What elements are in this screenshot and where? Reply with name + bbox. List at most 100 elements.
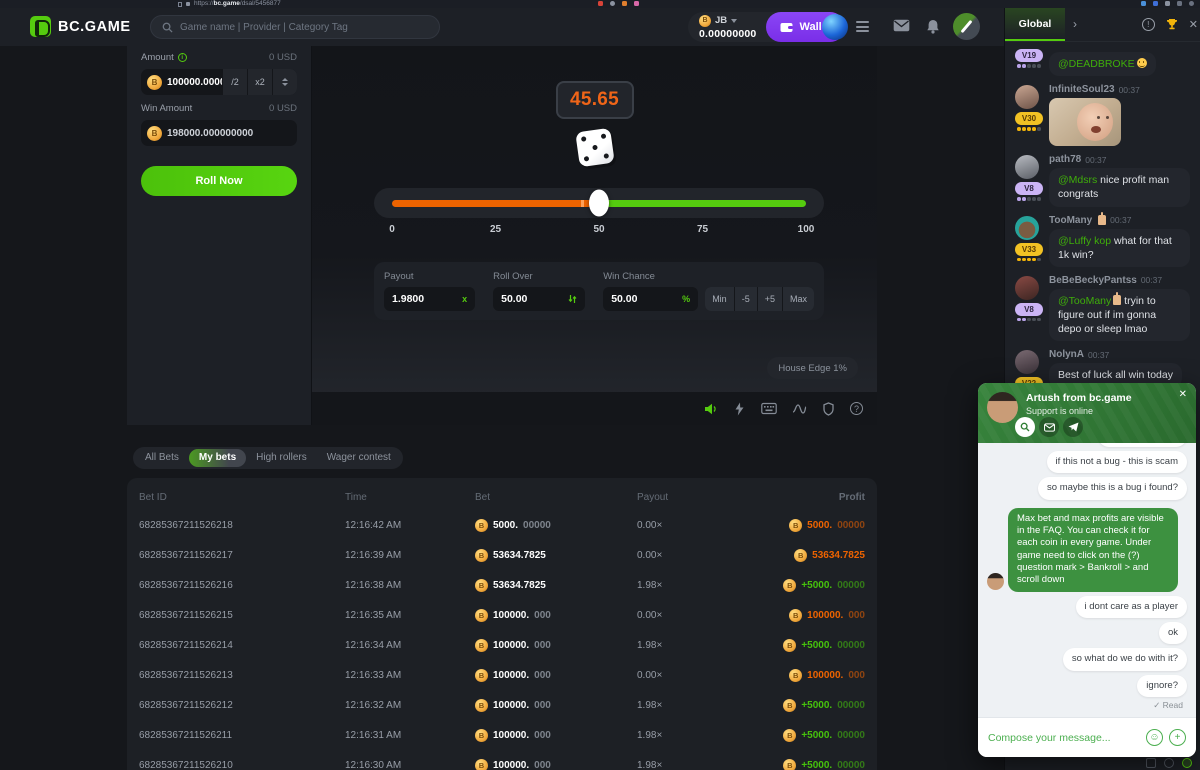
shield-icon[interactable] bbox=[622, 1, 627, 6]
username[interactable]: path7800:37 bbox=[1049, 154, 1190, 165]
user-avatar[interactable] bbox=[1015, 276, 1039, 300]
username-text: BeBeBeckyPantss bbox=[1049, 275, 1137, 286]
browser-toolbar-icons[interactable] bbox=[1141, 1, 1194, 6]
support-telegram-icon[interactable] bbox=[1063, 417, 1083, 437]
roll-over-input[interactable]: 50.00 bbox=[493, 287, 585, 311]
user-avatar[interactable] bbox=[1015, 85, 1039, 109]
table-row[interactable]: 6828536721152621712:16:39 AMB53634.78250… bbox=[127, 540, 877, 570]
username[interactable]: BeBeBeckyPantss00:37 bbox=[1049, 275, 1190, 286]
chat-rules-icon[interactable]: ! bbox=[1142, 18, 1155, 31]
trends-icon[interactable] bbox=[792, 402, 807, 415]
chance-button-max[interactable]: Max bbox=[783, 287, 814, 311]
table-row[interactable]: 6828536721152621112:16:31 AMB100000.0001… bbox=[127, 720, 877, 750]
sound-icon[interactable] bbox=[703, 402, 718, 416]
chance-button-min[interactable]: Min bbox=[705, 287, 734, 311]
chat-close-icon[interactable]: ✕ bbox=[1189, 18, 1198, 31]
bet-id-cell: 68285367211526216 bbox=[139, 580, 345, 591]
table-row[interactable]: 6828536721152621212:16:32 AMB100000.0001… bbox=[127, 690, 877, 720]
payout-input[interactable]: 1.9800 x bbox=[384, 287, 475, 311]
user-avatar[interactable] bbox=[1015, 216, 1039, 240]
support-search-icon[interactable] bbox=[1015, 417, 1035, 437]
table-row[interactable]: 6828536721152621012:16:30 AMB100000.0001… bbox=[127, 750, 877, 770]
support-emoji-icon[interactable]: ☺ bbox=[1146, 729, 1163, 746]
chevron-right-icon[interactable]: › bbox=[1073, 17, 1077, 31]
support-attach-icon[interactable]: + bbox=[1169, 729, 1186, 746]
swap-icon[interactable] bbox=[568, 294, 577, 304]
tab-high-rollers[interactable]: High rollers bbox=[246, 449, 317, 467]
sphere-avatar[interactable] bbox=[822, 14, 848, 40]
amount-info-icon[interactable]: i bbox=[178, 53, 187, 62]
emoji-icon[interactable] bbox=[1164, 758, 1174, 768]
support-compose-input[interactable]: Compose your message... bbox=[988, 732, 1140, 744]
chat-tab-global[interactable]: Global bbox=[1005, 8, 1065, 41]
chance-button-5[interactable]: +5 bbox=[758, 287, 782, 311]
browser-icon-3[interactable] bbox=[1165, 1, 1170, 6]
table-row[interactable]: 6828536721152621412:16:34 AMB100000.0001… bbox=[127, 630, 877, 660]
extension-icon-2[interactable] bbox=[634, 1, 639, 6]
table-row[interactable]: 6828536721152621612:16:38 AMB53634.78251… bbox=[127, 570, 877, 600]
history-icon[interactable] bbox=[610, 1, 615, 6]
time-cell: 12:16:31 AM bbox=[345, 730, 475, 741]
win-chance-input[interactable]: 50.00 % bbox=[603, 287, 698, 311]
list-menu-icon[interactable] bbox=[856, 21, 869, 32]
support-close-icon[interactable]: ✕ bbox=[1179, 389, 1187, 400]
send-icon[interactable] bbox=[1182, 758, 1192, 768]
jb-coin-icon: B bbox=[475, 699, 488, 712]
level-badge: V19 bbox=[1015, 49, 1043, 62]
bell-icon[interactable] bbox=[926, 19, 940, 34]
balance-display[interactable]: B JB 0.00000000 bbox=[699, 15, 756, 40]
half-bet-button[interactable]: /2 bbox=[222, 69, 247, 95]
bookmark-icon[interactable] bbox=[178, 2, 182, 7]
user-mention[interactable]: @Mdsrs bbox=[1058, 174, 1097, 186]
user-avatar[interactable] bbox=[1015, 350, 1039, 374]
support-email-icon[interactable] bbox=[1039, 417, 1059, 437]
search-input[interactable]: Game name | Provider | Category Tag bbox=[150, 15, 440, 39]
bet-cell: B100000.000 bbox=[475, 699, 637, 712]
table-row[interactable]: 6828536721152621312:16:33 AMB100000.0000… bbox=[127, 660, 877, 690]
user-mention[interactable]: @TooMany bbox=[1058, 295, 1111, 307]
trophy-icon[interactable] bbox=[1165, 18, 1179, 31]
amount-stepper[interactable] bbox=[272, 69, 297, 95]
username[interactable]: NolynA00:37 bbox=[1049, 349, 1190, 360]
table-row[interactable]: 6828536721152621512:16:35 AMB100000.0000… bbox=[127, 600, 877, 630]
support-agent-message: Max bet and max profits are visible in t… bbox=[987, 504, 1187, 592]
username[interactable]: TooMany00:37 bbox=[1049, 215, 1190, 226]
gif-icon[interactable] bbox=[1146, 758, 1156, 768]
double-bet-button[interactable]: x2 bbox=[247, 69, 272, 95]
browser-url-bar[interactable]: https://bc.game/dsal/5456877 bbox=[178, 0, 281, 8]
chat-image-crying-baby[interactable] bbox=[1049, 98, 1121, 146]
support-avatar-button[interactable] bbox=[953, 13, 980, 40]
fairness-icon[interactable] bbox=[822, 402, 835, 416]
browser-icon-4[interactable] bbox=[1177, 1, 1182, 6]
roll-slider[interactable] bbox=[374, 188, 824, 218]
user-avatar[interactable] bbox=[1015, 155, 1039, 179]
amount-input[interactable]: B 100000.000000000 /2 x2 bbox=[141, 69, 297, 95]
tab-my-bets[interactable]: My bets bbox=[189, 449, 246, 467]
win-amount-value: 198000.000000000 bbox=[167, 128, 253, 139]
payout-label: Payout bbox=[384, 271, 475, 282]
win-amount-input[interactable]: B 198000.000000000 bbox=[141, 120, 297, 146]
extension-icon[interactable] bbox=[598, 1, 603, 6]
help-icon[interactable]: ? bbox=[850, 402, 863, 415]
mail-icon[interactable] bbox=[893, 19, 910, 32]
chance-button-5[interactable]: -5 bbox=[735, 287, 757, 311]
chevron-down-icon[interactable] bbox=[731, 19, 737, 23]
roll-now-button[interactable]: Roll Now bbox=[141, 166, 297, 196]
tab-wager-contest[interactable]: Wager contest bbox=[317, 449, 401, 467]
brand-logo[interactable]: BC.GAME bbox=[30, 16, 131, 37]
hotkeys-icon[interactable] bbox=[761, 402, 777, 415]
user-mention[interactable]: @DEADBROKE bbox=[1058, 58, 1135, 70]
table-row[interactable]: 6828536721152621812:16:42 AMB5000.000000… bbox=[127, 510, 877, 540]
username[interactable]: InfiniteSoul2300:37 bbox=[1049, 84, 1190, 95]
turbo-icon[interactable] bbox=[733, 402, 746, 416]
profit-amount-decimals: 00000 bbox=[837, 520, 865, 531]
browser-extension-icons[interactable] bbox=[598, 1, 639, 6]
bet-amount: 100000. bbox=[493, 760, 529, 770]
amount-value[interactable]: 100000.000000000 bbox=[167, 77, 222, 88]
browser-icon-1[interactable] bbox=[1141, 1, 1146, 6]
browser-menu-icon[interactable] bbox=[1189, 1, 1194, 6]
slider-handle[interactable] bbox=[589, 190, 609, 217]
user-mention[interactable]: @Luffy kop bbox=[1058, 235, 1111, 247]
tab-all-bets[interactable]: All Bets bbox=[135, 449, 189, 467]
browser-icon-2[interactable] bbox=[1153, 1, 1158, 6]
